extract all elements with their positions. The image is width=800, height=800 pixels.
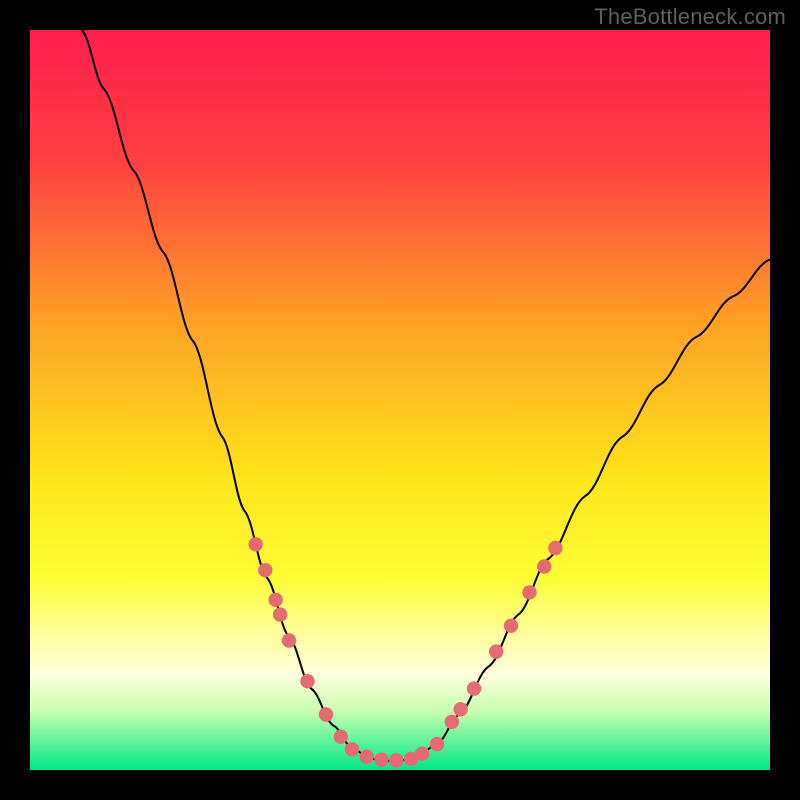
data-dot [453, 702, 467, 716]
data-dot [548, 541, 562, 555]
data-dot [489, 644, 503, 658]
data-dot [504, 619, 518, 633]
data-dot [445, 715, 459, 729]
data-dot [537, 559, 551, 573]
watermark-text: TheBottleneck.com [594, 4, 786, 30]
chart-container: TheBottleneck.com [0, 0, 800, 800]
data-dot [522, 585, 536, 599]
data-dot [273, 607, 287, 621]
plot-background [30, 30, 770, 770]
data-dot [415, 747, 429, 761]
bottleneck-chart [0, 0, 800, 800]
data-dot [300, 674, 314, 688]
data-dot [282, 633, 296, 647]
data-dot [268, 593, 282, 607]
data-dot [319, 707, 333, 721]
data-dot [345, 742, 359, 756]
data-dot [360, 749, 374, 763]
data-dot [258, 563, 272, 577]
data-dot [389, 753, 403, 767]
data-dot [374, 752, 388, 766]
data-dot [467, 681, 481, 695]
data-dot [334, 730, 348, 744]
data-dot [430, 737, 444, 751]
data-dot [249, 537, 263, 551]
